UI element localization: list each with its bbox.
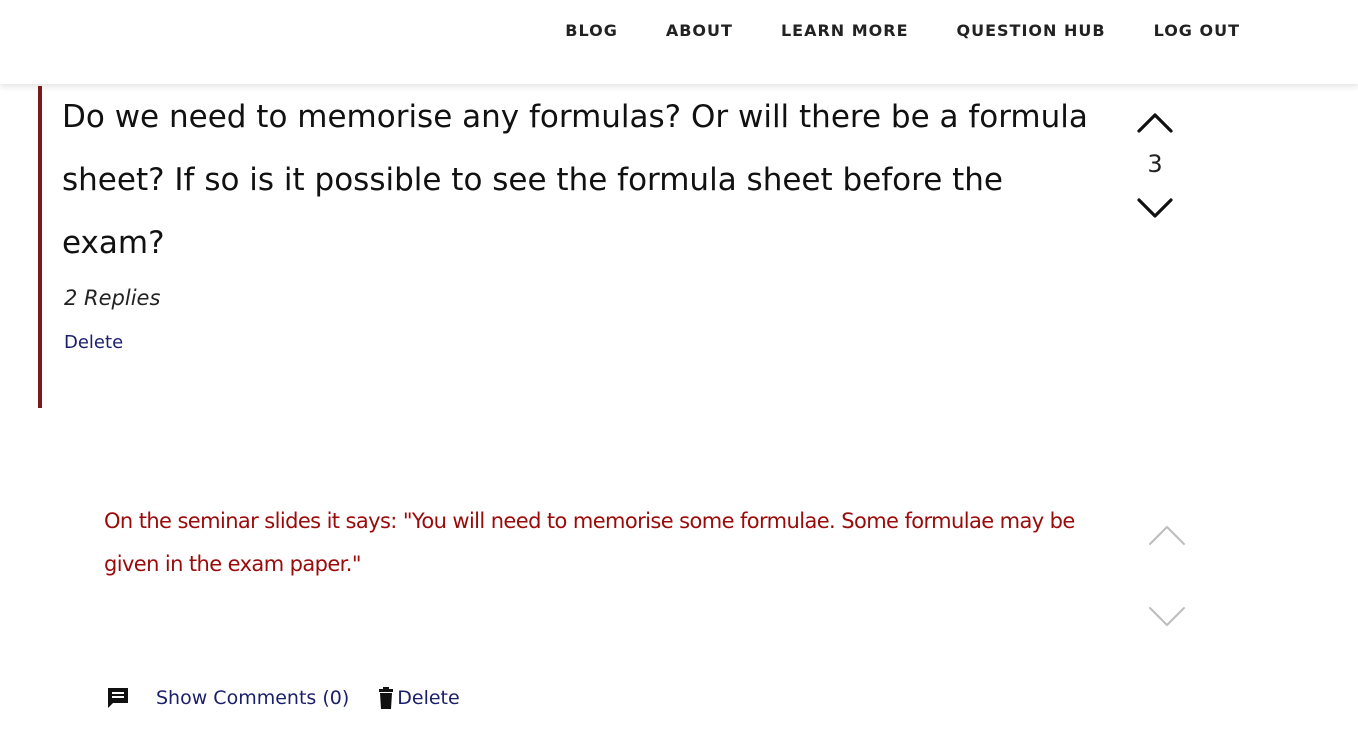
- nav-learn-more[interactable]: LEARN MORE: [781, 17, 909, 44]
- question-delete-link[interactable]: Delete: [64, 332, 123, 353]
- nav-log-out[interactable]: LOG OUT: [1154, 17, 1240, 44]
- top-navigation-bar: BLOG ABOUT LEARN MORE QUESTION HUB LOG O…: [0, 0, 1358, 84]
- question-vote-count: 3: [1147, 150, 1163, 178]
- chevron-down-icon: [1149, 607, 1185, 626]
- comment-icon[interactable]: [106, 686, 130, 710]
- main-nav: BLOG ABOUT LEARN MORE QUESTION HUB LOG O…: [565, 17, 1240, 44]
- question-downvote-button[interactable]: [1130, 188, 1180, 228]
- show-comments-link[interactable]: Show Comments (0): [156, 687, 349, 709]
- replies-count[interactable]: 2 Replies: [64, 286, 160, 310]
- nav-about[interactable]: ABOUT: [666, 17, 733, 44]
- reply-upvote-button[interactable]: [1142, 514, 1192, 554]
- chevron-up-icon: [1149, 526, 1185, 545]
- chevron-up-icon: [1137, 113, 1173, 133]
- reply-downvote-button[interactable]: [1142, 596, 1192, 636]
- reply-card: On the seminar slides it says: "You will…: [104, 500, 1104, 586]
- chevron-down-icon: [1137, 198, 1173, 218]
- question-hub-page: BLOG ABOUT LEARN MORE QUESTION HUB LOG O…: [0, 0, 1358, 730]
- reply-delete-link[interactable]: Delete: [397, 687, 459, 709]
- reply-actions: Show Comments (0) Delete: [106, 686, 460, 710]
- question-text: Do we need to memorise any formulas? Or …: [62, 99, 1088, 261]
- nav-question-hub[interactable]: QUESTION HUB: [957, 17, 1106, 44]
- question-card: Do we need to memorise any formulas? Or …: [38, 86, 1142, 408]
- question-vote-widget: 3: [1130, 100, 1180, 228]
- trash-icon[interactable]: [379, 687, 394, 709]
- reply-text: On the seminar slides it says: "You will…: [104, 509, 1075, 576]
- question-upvote-button[interactable]: [1130, 100, 1180, 140]
- reply-vote-widget: [1142, 514, 1192, 636]
- nav-blog[interactable]: BLOG: [565, 17, 618, 44]
